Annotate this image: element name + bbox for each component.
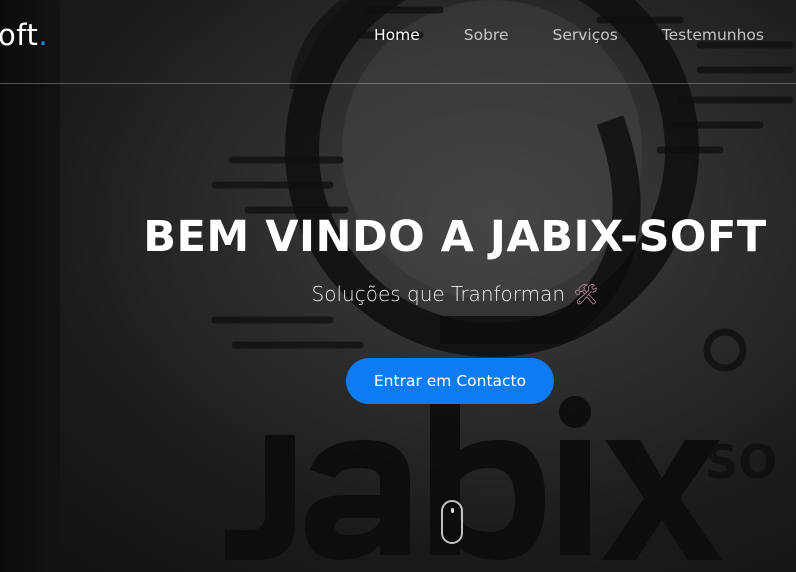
hero-title: BEM VINDO A JABIX-SOFT: [143, 212, 767, 262]
navbar: oft. Home Sobre Serviços Testemunhos: [0, 0, 796, 84]
nav-link-testemunhos[interactable]: Testemunhos: [662, 26, 764, 44]
nav-link-sobre[interactable]: Sobre: [464, 26, 509, 44]
contact-button[interactable]: Entrar em Contacto: [346, 358, 554, 404]
nav-link-servicos[interactable]: Serviços: [552, 26, 617, 44]
tools-icon: 🛠: [573, 282, 599, 306]
nav-link-home[interactable]: Home: [374, 26, 420, 44]
site-logo[interactable]: oft.: [0, 18, 48, 52]
hero-subtitle-text: Soluções que Tranforman: [311, 282, 566, 306]
main-nav: Home Sobre Serviços Testemunhos: [330, 26, 764, 44]
mouse-scroll-icon[interactable]: [441, 500, 463, 544]
hero-subtitle: Soluções que Tranforman 🛠: [140, 282, 770, 306]
mouse-wheel-dot: [451, 508, 454, 513]
